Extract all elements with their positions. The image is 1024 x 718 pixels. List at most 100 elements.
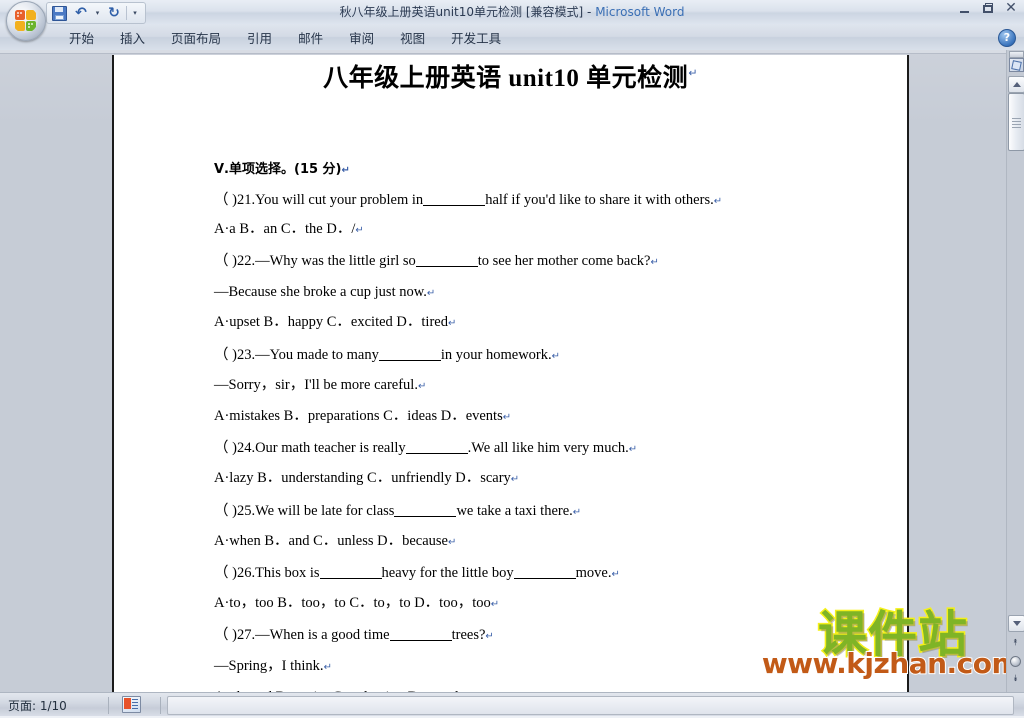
window-title: 秋八年级上册英语unit10单元检测 [兼容模式] - Microsoft Wo… <box>0 3 1024 20</box>
pilcrow-icon: ↵ <box>426 288 436 299</box>
q23-options-text: A·mistakes B．preparations C．ideas D．even… <box>214 408 503 424</box>
q22-stem-head: （ )22.—Why was the little girl so <box>214 253 416 269</box>
window-title-doc: 秋八年级上册英语unit10单元检测 [兼容模式] <box>339 5 584 19</box>
split-window-handle[interactable] <box>1009 51 1024 58</box>
pilcrow-icon: ↵ <box>355 225 364 236</box>
q24-stem-head: （ )24.Our math teacher is really <box>214 440 406 456</box>
pilcrow-icon: ↵ <box>417 381 427 392</box>
q26-options-text: A·to，too B．too，to C．to，to D．too，too <box>214 595 491 611</box>
scroll-down-button[interactable] <box>1008 615 1024 632</box>
select-browse-object-button[interactable] <box>1008 654 1023 669</box>
q27-answer-text: —Spring，I think. <box>214 658 324 674</box>
question-23-stem: （ )23.—You made to many in your homework.… <box>214 348 560 363</box>
horizontal-scrollbar[interactable] <box>167 696 1014 715</box>
answer-blank <box>415 254 478 267</box>
question-23-options: A·mistakes B．preparations C．ideas D．even… <box>214 409 511 424</box>
question-24-options: A·lazy B．understanding C．unfriendly D．sc… <box>214 471 519 486</box>
tab-home[interactable]: 开始 <box>56 25 107 49</box>
q25-stem-head: （ )25.We will be late for class <box>214 503 395 519</box>
maximize-button[interactable] <box>981 2 995 16</box>
pilcrow-icon: ↵ <box>341 165 350 176</box>
question-26-stem: （ )26.This box is heavy for the little bo… <box>214 566 620 581</box>
document-heading-text: 八年级上册英语 unit10 单元检测 <box>323 65 689 92</box>
q22-options-text: A·upset B．happy C．excited D．tired <box>214 314 448 330</box>
previous-page-button[interactable]: ⯭ <box>1008 636 1023 651</box>
tab-review[interactable]: 审阅 <box>336 25 387 49</box>
pilcrow-icon: ↵ <box>611 569 620 580</box>
q27-stem-tail: trees? <box>451 627 486 643</box>
q21-stem-head: （ )21.You will cut your problem in <box>214 192 424 208</box>
q26-stem-head: （ )26.This box is <box>214 565 320 581</box>
tab-insert[interactable]: 插入 <box>107 25 158 49</box>
question-23-answer-line: —Sorry，sir，I'll be more careful.↵ <box>214 378 426 393</box>
q24-stem-tail: .We all like him very much. <box>467 440 629 456</box>
page-indicator[interactable]: 页面: 1/10 <box>8 693 67 718</box>
browse-object-icon <box>1010 656 1021 667</box>
question-21-options: A·a B．an C．the D．/↵ <box>214 222 364 237</box>
q23-answer-text: —Sorry，sir，I'll be more careful. <box>214 377 418 393</box>
question-25-options: A·when B．and C．unless D．because↵ <box>214 534 456 549</box>
answer-blank <box>378 348 441 361</box>
pilcrow-icon: ↵ <box>628 444 638 455</box>
status-bar: 页面: 1/10 <box>0 692 1024 718</box>
document-page[interactable]: 八年级上册英语 unit10 单元检测 ↵ Ⅴ.单项选择。(15 分)↵ （ )2… <box>112 55 909 693</box>
question-22-stem: （ )22.—Why was the little girl so to see … <box>214 254 659 269</box>
tab-developer[interactable]: 开发工具 <box>438 25 514 49</box>
q21-stem-tail: half if you'd like to share it with othe… <box>485 192 714 208</box>
tab-mailings[interactable]: 邮件 <box>285 25 336 49</box>
question-22-answer-line: —Because she broke a cup just now.↵ <box>214 285 435 300</box>
answer-blank <box>319 566 382 579</box>
pilcrow-icon: ↵ <box>485 631 494 642</box>
question-25-stem: （ )25.We will be late for class we take a… <box>214 504 581 519</box>
pilcrow-icon: ↵ <box>447 537 457 548</box>
q21-options-text: A·a B．an C．the D．/ <box>214 221 356 237</box>
pilcrow-icon: ↵ <box>323 662 332 673</box>
section-heading: Ⅴ.单项选择。(15 分)↵ <box>214 163 350 176</box>
q25-stem-tail: we take a taxi there. <box>456 503 573 519</box>
tab-page-layout[interactable]: 页面布局 <box>158 25 234 49</box>
question-22-options: A·upset B．happy C．excited D．tired↵ <box>214 315 456 330</box>
pilcrow-icon: ↵ <box>510 474 520 485</box>
tab-references[interactable]: 引用 <box>234 25 285 49</box>
close-button[interactable]: ✕ <box>1004 1 1018 16</box>
q23-stem-tail: in your homework. <box>440 347 552 363</box>
window-title-sep: - <box>583 5 596 19</box>
minimize-button[interactable] <box>958 2 972 16</box>
pilcrow-icon: ↵ <box>551 351 561 362</box>
record-macro-icon[interactable] <box>122 696 141 713</box>
pilcrow-icon: ↵ <box>713 196 723 207</box>
answer-blank <box>394 504 457 517</box>
pilcrow-icon: ↵ <box>502 412 512 423</box>
window-title-app: Microsoft Word <box>595 5 685 19</box>
answer-blank <box>423 193 486 206</box>
answer-blank <box>513 566 576 579</box>
office-button[interactable] <box>6 1 46 41</box>
workspace-top-edge <box>0 50 1024 54</box>
window-controls: ✕ <box>958 1 1018 16</box>
scrollbar-thumb[interactable] <box>1008 93 1024 151</box>
ribbon-tabs: 开始 插入 页面布局 引用 邮件 审阅 视图 开发工具 <box>56 24 514 50</box>
scroll-up-button[interactable] <box>1008 76 1024 93</box>
q24-options-text: A·lazy B．understanding C．unfriendly D．sc… <box>214 470 511 486</box>
double-chevron-up-icon: ⯭ <box>1012 638 1019 648</box>
q26-stem-tail: move. <box>575 565 612 581</box>
answer-blank <box>389 628 452 641</box>
q26-stem-mid: heavy for the little boy <box>381 565 514 581</box>
q23-stem-head: （ )23.—You made to many <box>214 347 379 363</box>
tab-view[interactable]: 视图 <box>387 25 438 49</box>
q22-answer-text: —Because she broke a cup just now. <box>214 284 427 300</box>
page-view-icon[interactable] <box>1009 58 1024 72</box>
vertical-scrollbar[interactable]: ⯭ ⯯ <box>1006 50 1024 693</box>
pilcrow-icon: ↵ <box>447 318 457 329</box>
question-26-options: A·to，too B．too，to C．to，to D．too，too↵ <box>214 596 499 611</box>
question-24-stem: （ )24.Our math teacher is really .We all … <box>214 441 637 456</box>
triangle-up-icon <box>1012 82 1021 87</box>
double-chevron-down-icon: ⯯ <box>1012 674 1019 684</box>
q27-stem-head: （ )27.—When is a good time <box>214 627 390 643</box>
ribbon-tab-strip: 开始 插入 页面布局 引用 邮件 审阅 视图 开发工具 ? <box>0 24 1024 51</box>
next-page-button[interactable]: ⯯ <box>1008 672 1023 687</box>
help-icon[interactable]: ? <box>998 29 1016 47</box>
q22-stem-tail: to see her mother come back? <box>477 253 651 269</box>
pilcrow-icon: ↵ <box>572 507 582 518</box>
status-separator <box>160 697 161 714</box>
